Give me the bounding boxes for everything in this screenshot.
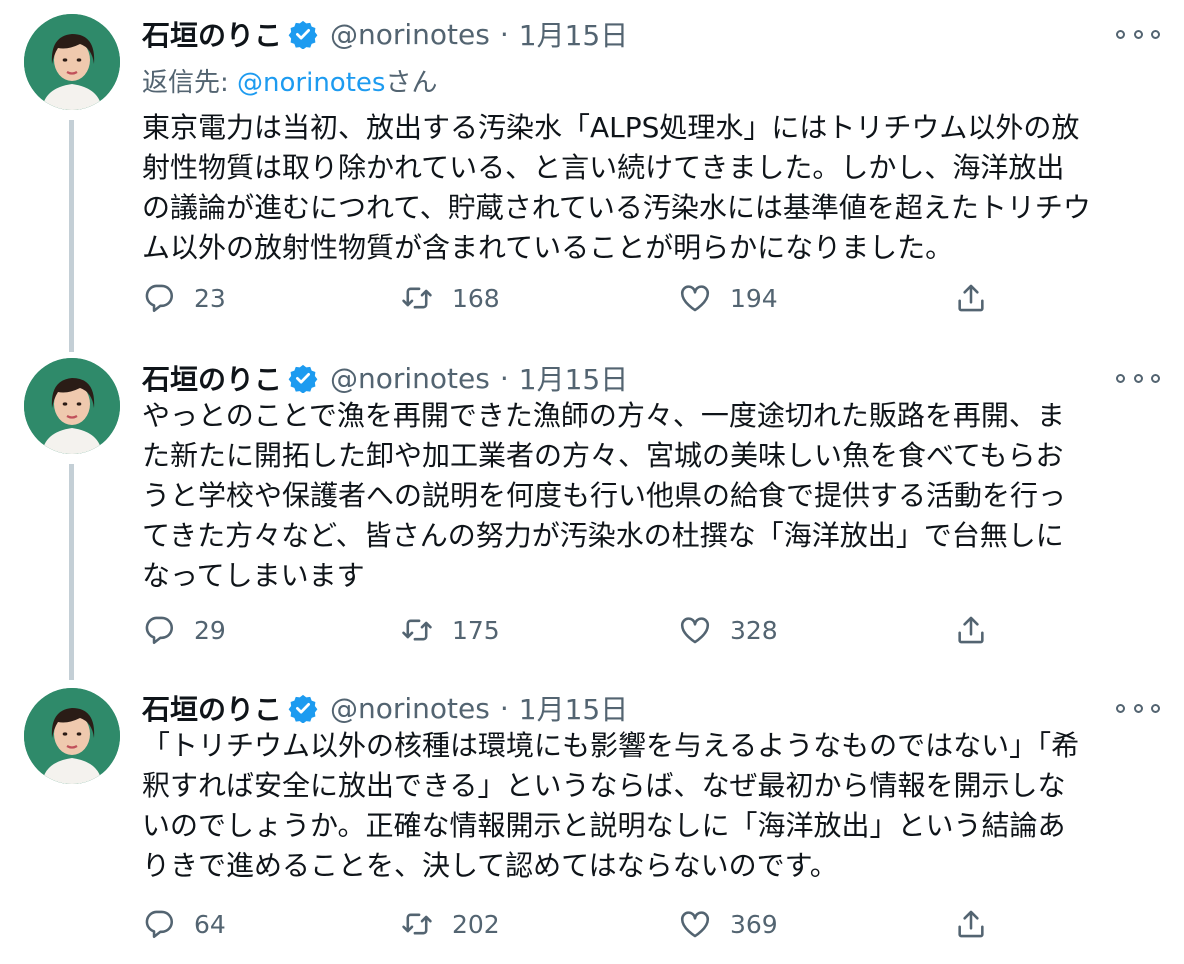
display-name[interactable]: 石垣のりこ: [142, 688, 282, 728]
like-count: 328: [730, 615, 778, 645]
retweet-count: 175: [452, 615, 500, 645]
tweet-text-line: てきた方々など、皆さんの努力が汚染水の杜撰な「海洋放出」で台無しに: [142, 519, 1064, 552]
tweet-actions: 64 202 369: [142, 904, 1002, 944]
reply-icon: [145, 284, 174, 313]
share-button[interactable]: [954, 278, 988, 318]
reply-count: 23: [194, 283, 226, 313]
username-handle[interactable]: @norinotes: [330, 18, 490, 51]
reply-button[interactable]: 23: [142, 278, 226, 318]
share-icon: [958, 910, 984, 938]
reply-button[interactable]: 64: [142, 904, 226, 944]
separator-dot: ·: [499, 691, 509, 725]
tweet-text: 「トリチウム以外の核種は環境にも影響を与えるようなものではない」「希 釈すれば安…: [142, 726, 1162, 886]
tweet-text-line: 「トリチウム以外の核種は環境にも影響を与えるようなものではない」「希: [142, 729, 1080, 762]
display-name[interactable]: 石垣のりこ: [142, 358, 282, 398]
tweet-date[interactable]: 1月15日: [519, 688, 628, 728]
like-button[interactable]: 328: [678, 610, 778, 650]
separator-dot: ·: [499, 17, 509, 51]
avatar[interactable]: [24, 688, 120, 784]
like-count: 369: [730, 909, 778, 939]
more-options-icon[interactable]: [1116, 366, 1160, 390]
replying-to-label: 返信先:: [142, 68, 238, 98]
thread-line: [69, 120, 74, 352]
tweet-text-line: 射性物質は取り除かれている、と言い続けてきました。しかし、海洋放出: [142, 151, 1065, 184]
tweet-header: 石垣のりこ @norinotes · 1月15日: [142, 14, 628, 54]
tweet-text-line: なってしまいます: [142, 559, 365, 592]
username-handle[interactable]: @norinotes: [330, 692, 490, 725]
reply-count: 29: [194, 615, 226, 645]
verified-badge-icon: [288, 694, 318, 723]
tweet-text-line: 東京電力は当初、放出する汚染水「ALPS処理水」にはトリチウム以外の放: [142, 111, 1080, 144]
tweet-date[interactable]: 1月15日: [519, 358, 628, 398]
retweet-count: 202: [452, 909, 500, 939]
retweet-button[interactable]: 175: [400, 610, 500, 650]
retweet-icon: [402, 619, 432, 641]
tweet-text-line: うと学校や保護者への説明を何度も行い他県の給食で提供する活動を行っ: [142, 479, 1067, 512]
separator-dot: ·: [499, 361, 509, 395]
like-count: 194: [730, 283, 778, 313]
retweet-button[interactable]: 168: [400, 278, 500, 318]
reply-icon: [145, 910, 174, 939]
tweet[interactable]: 石垣のりこ @norinotes · 1月15日 「トリチウム以外の核種は環境に…: [0, 674, 1184, 964]
avatar[interactable]: [24, 358, 120, 454]
tweet[interactable]: 石垣のりこ @norinotes · 1月15日 やっとのことで漁を再開できた漁…: [0, 344, 1184, 680]
share-icon: [958, 616, 984, 644]
username-handle[interactable]: @norinotes: [330, 362, 490, 395]
thread-line: [69, 464, 74, 680]
tweet-text: やっとのことで漁を再開できた漁師の方々、一度途切れた販路を再開、ま た新たに開拓…: [142, 396, 1162, 596]
tweet-text-line: 釈すれば安全に放出できる」というならば、なぜ最初から情報を開示しな: [142, 769, 1066, 802]
tweet-text-line: やっとのことで漁を再開できた漁師の方々、一度途切れた販路を再開、ま: [142, 399, 1065, 432]
replying-to: 返信先: @norinotesさん: [142, 62, 437, 99]
like-heart-icon: [680, 285, 710, 312]
like-heart-icon: [680, 617, 710, 644]
retweet-count: 168: [452, 283, 500, 313]
replying-to-suffix: さん: [385, 68, 438, 98]
display-name[interactable]: 石垣のりこ: [142, 14, 282, 54]
tweet[interactable]: 石垣のりこ @norinotes · 1月15日 返信先: @norinotes…: [0, 0, 1184, 352]
avatar[interactable]: [24, 14, 120, 110]
reply-count: 64: [194, 909, 226, 939]
like-button[interactable]: 194: [678, 278, 778, 318]
more-options-icon[interactable]: [1116, 696, 1160, 720]
tweet-text-line: た新たに開拓した卸や加工業者の方々、宮城の美味しい魚を食べてもらお: [142, 439, 1064, 472]
tweet-actions: 29 175 328: [142, 610, 1002, 650]
tweet-text-line: ム以外の放射性物質が含まれていることが明らかになりました。: [142, 231, 954, 264]
share-icon: [958, 284, 984, 312]
more-options-icon[interactable]: [1116, 22, 1160, 46]
tweet-header: 石垣のりこ @norinotes · 1月15日: [142, 688, 628, 728]
retweet-icon: [402, 913, 432, 935]
share-button[interactable]: [954, 610, 988, 650]
verified-badge-icon: [288, 20, 318, 49]
replying-to-mention[interactable]: @norinotes: [237, 68, 385, 98]
tweet-text-line: の議論が進むにつれて、貯蔵されている汚染水には基準値を超えたトリチウ: [142, 191, 1091, 224]
like-heart-icon: [680, 911, 710, 938]
tweet-actions: 23 168 194: [142, 278, 1002, 318]
retweet-icon: [402, 287, 432, 309]
like-button[interactable]: 369: [678, 904, 778, 944]
tweet-text-line: りきで進めることを、決して認めてはならないのです。: [142, 849, 838, 882]
share-button[interactable]: [954, 904, 988, 944]
tweet-date[interactable]: 1月15日: [519, 14, 628, 54]
tweet-header: 石垣のりこ @norinotes · 1月15日: [142, 358, 628, 398]
retweet-button[interactable]: 202: [400, 904, 500, 944]
verified-badge-icon: [288, 364, 318, 393]
tweet-text-line: いのでしょうか。正確な情報開示と説明なしに「海洋放出」という結論あ: [142, 809, 1066, 842]
tweet-text: 東京電力は当初、放出する汚染水「ALPS処理水」にはトリチウム以外の放 射性物質…: [142, 108, 1162, 268]
reply-icon: [145, 616, 174, 645]
reply-button[interactable]: 29: [142, 610, 226, 650]
